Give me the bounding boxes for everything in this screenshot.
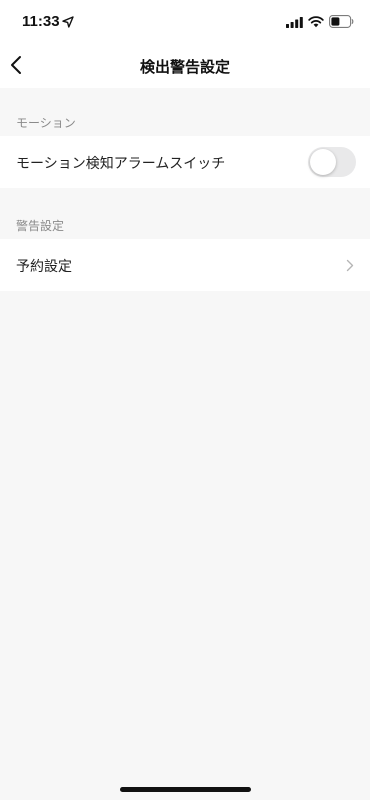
screen: 11:33 検出警告設定 モーション モーション検知アラームスイッチ 警告設定 … — [0, 0, 370, 800]
schedule-settings-row[interactable]: 予約設定 — [0, 239, 370, 291]
battery-icon — [329, 15, 354, 28]
status-bar: 11:33 — [0, 0, 370, 44]
schedule-settings-label: 予約設定 — [16, 259, 72, 275]
wifi-icon — [308, 16, 324, 28]
page-title: 検出警告設定 — [139, 58, 230, 76]
motion-alarm-toggle[interactable] — [308, 147, 356, 177]
section-header-alert-settings: 警告設定 — [16, 219, 65, 233]
status-time: 11:33 — [22, 13, 60, 30]
motion-alarm-label: モーション検知アラームスイッチ — [16, 156, 226, 172]
motion-alarm-row: モーション検知アラームスイッチ — [0, 136, 370, 188]
chevron-right-icon — [346, 259, 354, 272]
location-arrow-icon — [62, 16, 74, 28]
toggle-knob — [310, 149, 336, 175]
navigation-bar: 検出警告設定 — [0, 44, 370, 88]
home-indicator — [120, 787, 251, 792]
cellular-signal-icon — [286, 17, 303, 28]
section-header-motion: モーション — [16, 116, 76, 130]
